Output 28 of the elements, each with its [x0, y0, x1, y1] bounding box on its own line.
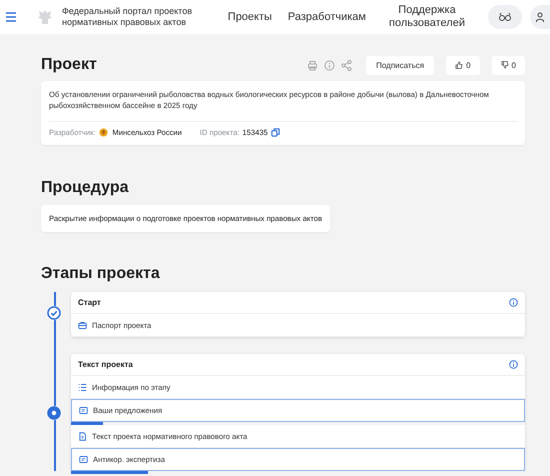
briefcase-icon: [78, 320, 87, 330]
procedure-heading: Процедура: [41, 179, 130, 197]
document-icon: [78, 432, 87, 440]
portal-title[interactable]: Федеральный портал проектов нормативных правовых актов: [62, 6, 212, 28]
accessibility-button[interactable]: [488, 5, 522, 29]
stages-heading: Этапы проекта: [41, 265, 161, 283]
nav-link[interactable]: Разработчикам: [280, 10, 374, 24]
page-heading: Проект: [41, 56, 97, 74]
glasses-icon: [498, 12, 512, 22]
subscribe-button[interactable]: Подписаться: [366, 56, 434, 74]
stage-title: Старт: [78, 298, 101, 307]
list-icon: [78, 382, 87, 392]
comment-icon: [79, 406, 88, 415]
menu-icon[interactable]: [4, 10, 18, 24]
thumbs-up-icon: [455, 61, 464, 69]
profile-button[interactable]: [530, 5, 550, 29]
like-button[interactable]: 0: [446, 56, 480, 74]
info-icon[interactable]: [509, 298, 518, 307]
copy-icon[interactable]: [270, 128, 280, 137]
dislike-button[interactable]: 0: [492, 56, 525, 74]
nav-link[interactable]: Поддержка пользователей: [374, 4, 480, 30]
stage-title: Текст проекта: [78, 360, 133, 369]
thumbs-down-icon: [500, 61, 509, 69]
comment-icon: [79, 455, 88, 464]
eagle-emblem-icon: [36, 8, 54, 26]
user-icon: [536, 12, 544, 22]
nav-link[interactable]: Проекты: [220, 10, 280, 24]
info-icon[interactable]: [509, 360, 518, 369]
